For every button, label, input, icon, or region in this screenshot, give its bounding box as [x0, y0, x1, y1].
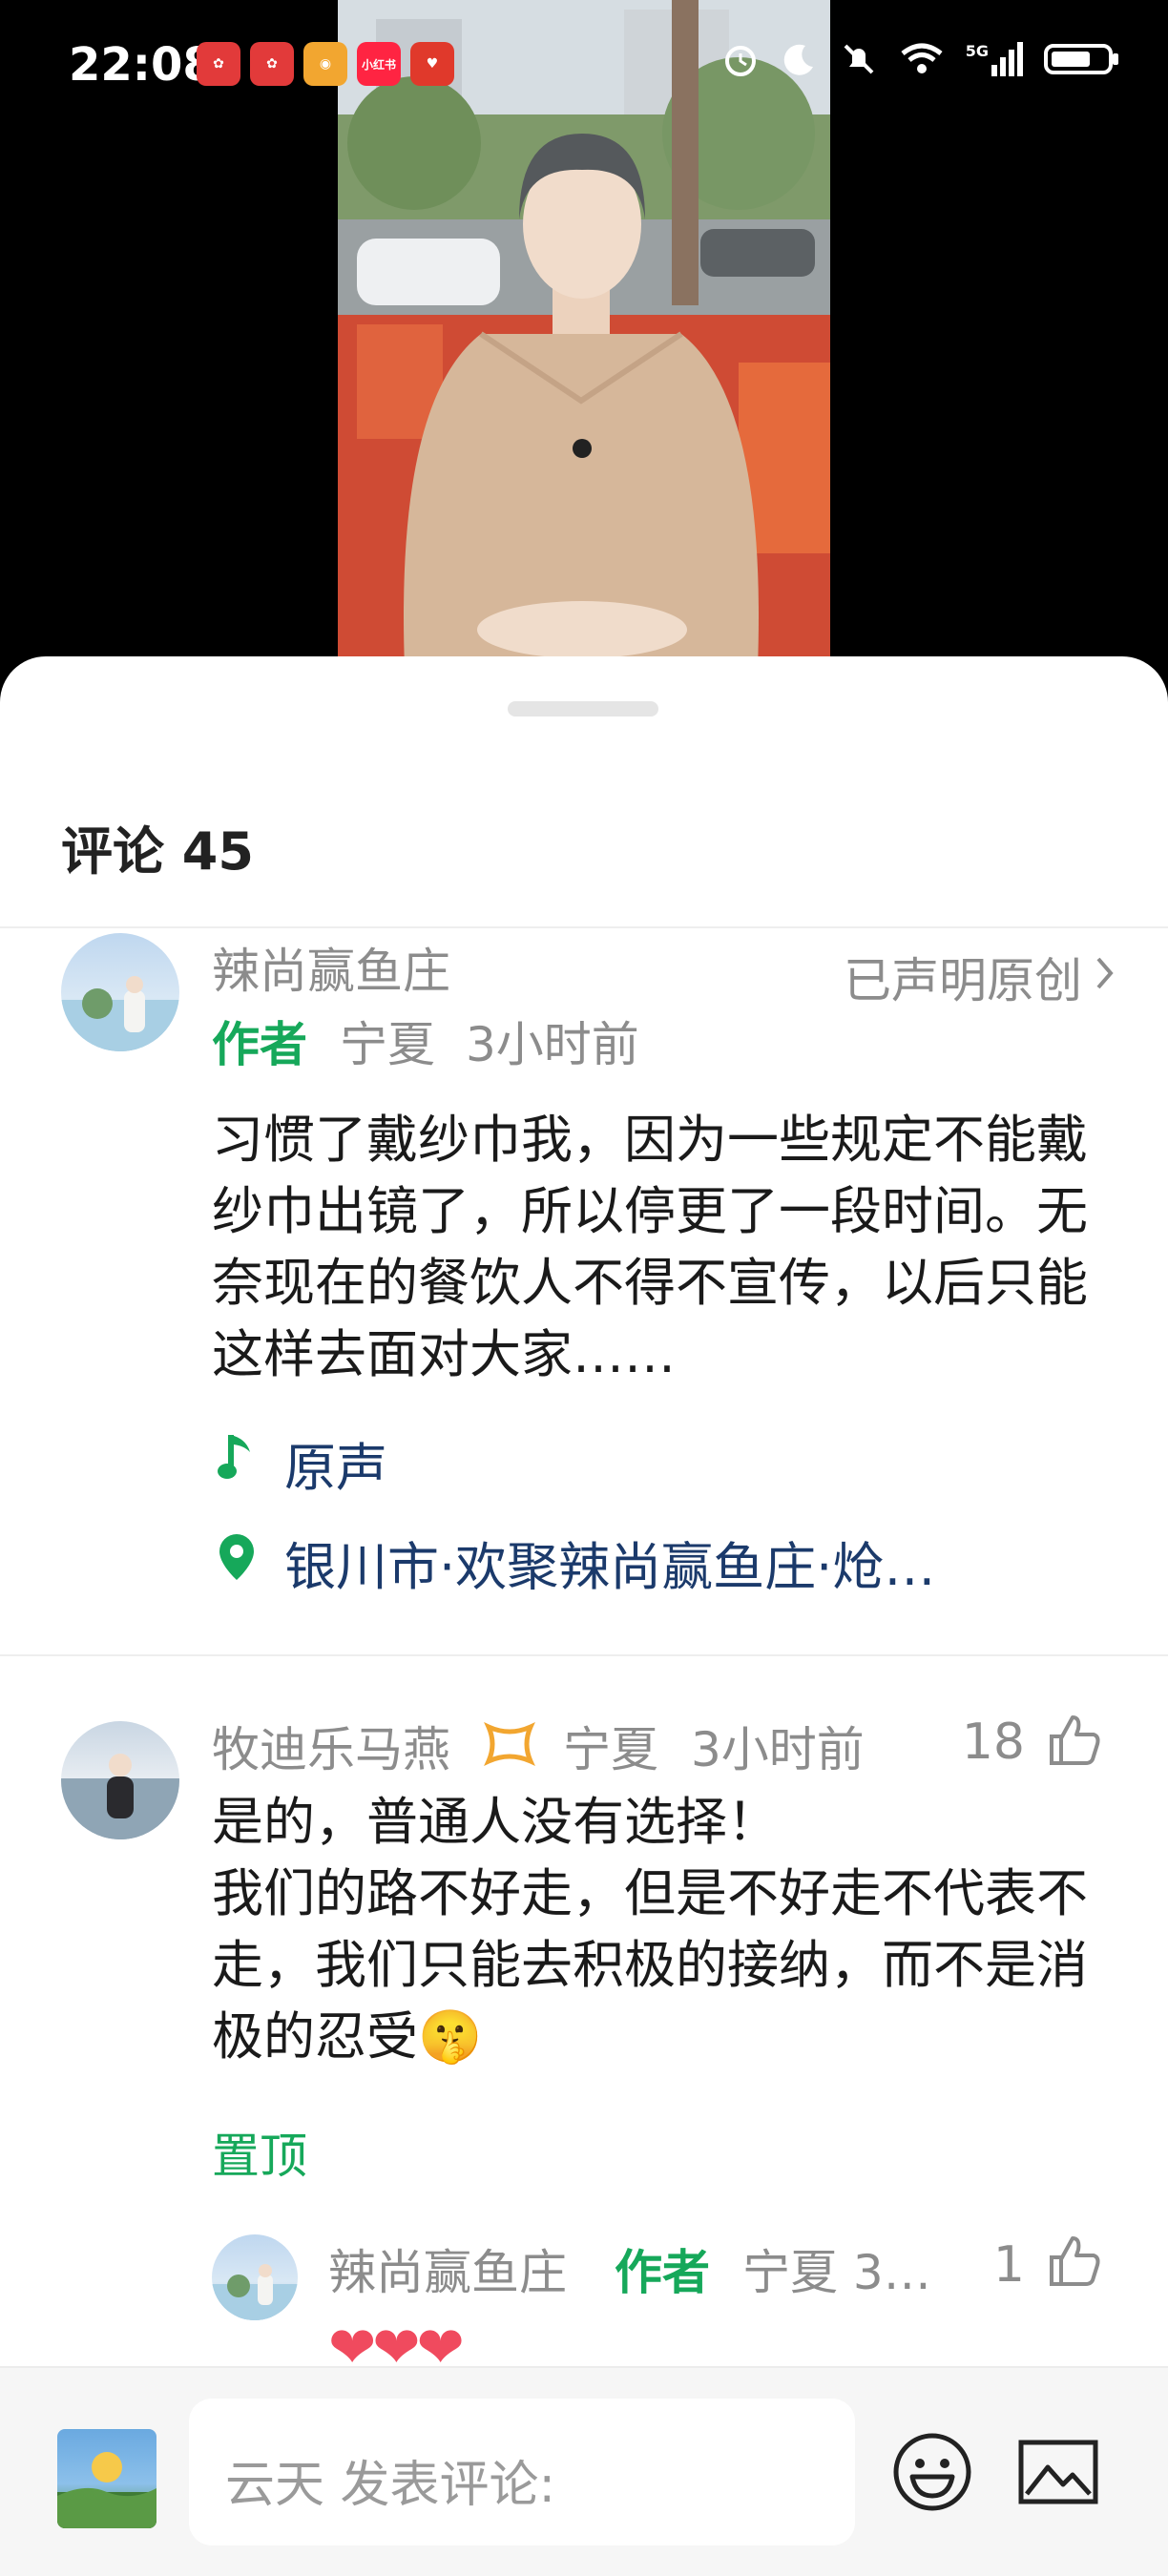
network-type-label: 5G [965, 42, 989, 60]
notification-icons: ✿ ✿ ◉ 小红书 ♥ [197, 42, 454, 86]
author-tag: 作者 [615, 2245, 710, 2300]
my-avatar[interactable] [57, 2429, 156, 2528]
avatar[interactable] [61, 1721, 179, 1839]
divider [0, 1654, 1168, 1656]
like-count: 18 [961, 1714, 1025, 1771]
mute-icon [844, 44, 874, 74]
comment-input-placeholder: 云天 发表评论: [225, 2457, 556, 2514]
battery-icon [1044, 44, 1118, 74]
avatar-image [212, 2264, 298, 2320]
thumbs-up-icon[interactable] [1046, 1712, 1103, 1769]
system-icons: 5G [721, 40, 1120, 78]
comment-location: 宁夏 [563, 1722, 658, 1777]
emoji-icon[interactable] [891, 2431, 973, 2513]
post-text: 习惯了戴纱巾我，因为一些规定不能戴纱巾出镜了，所以停更了一段时间。无奈现在的餐饮… [212, 1110, 1088, 1384]
chevron-right-icon[interactable] [1094, 954, 1116, 992]
divider [0, 926, 1168, 928]
alarm-icon [724, 46, 756, 76]
comment-input-bar: 云天 发表评论: [0, 2366, 1168, 2576]
avatar-image [61, 976, 179, 1051]
xiaohongshu-icon: 小红书 [357, 42, 401, 86]
comment-user-name[interactable]: 牧迪乐马燕 [212, 1712, 450, 1780]
avatar[interactable] [212, 2234, 298, 2320]
reply-user-name[interactable]: 辣尚赢鱼庄 [328, 2234, 567, 2303]
avatar-image [57, 2452, 156, 2528]
weibo-icon: ◉ [303, 42, 347, 86]
image-icon[interactable] [1017, 2439, 1099, 2505]
avatar[interactable] [61, 933, 179, 1051]
post-author-name[interactable]: 辣尚赢鱼庄 [212, 933, 450, 1002]
comment-text: 是的，普通人没有选择！ 我们的路不好走，但是不好走不代表不走，我们只能去积极的接… [212, 1792, 1088, 2067]
comment-time: 3小时前 [691, 1722, 865, 1777]
post-time: 3小时前 [466, 1017, 639, 1072]
original-claim-link[interactable]: 已声明原创 [844, 943, 1082, 1011]
pinned-label: 置顶 [212, 2129, 307, 2184]
like-count: 1 [992, 2236, 1025, 2294]
comment-sheet: 评论 45 辣尚赢鱼庄 已声明原创 作者 宁夏 3小时前 习惯了戴纱巾我，因为一… [0, 656, 1168, 2576]
weibo-red-icon: ✿ [197, 42, 240, 86]
moon-icon [783, 44, 813, 75]
status-bar: 22:08 ✿ ✿ ◉ 小红书 ♥ 5G [0, 0, 1168, 134]
music-note-icon [218, 1435, 250, 1479]
avatar-image [61, 1754, 179, 1839]
reply-location-time: 宁夏 3… [742, 2245, 931, 2300]
thumbs-up-icon[interactable] [1046, 2233, 1103, 2290]
pinduoduo-icon: ♥ [410, 42, 454, 86]
comment-input[interactable]: 云天 发表评论: [189, 2399, 855, 2545]
location-pin-icon [219, 1534, 254, 1580]
author-tag: 作者 [212, 1017, 307, 1072]
wifi-icon [901, 43, 943, 73]
post-location: 宁夏 [340, 1017, 435, 1072]
drag-handle[interactable] [508, 701, 658, 717]
cellular-signal-icon: 5G [966, 42, 1023, 76]
location-link[interactable]: 银川市·欢聚辣尚赢鱼庄·炝… [284, 1525, 935, 1600]
music-link[interactable]: 原声 [284, 1425, 387, 1501]
status-time: 22:08 [69, 38, 215, 92]
badge-icon [484, 1722, 535, 1766]
weibo-red-icon: ✿ [250, 42, 294, 86]
comments-title: 评论 45 [61, 821, 254, 882]
